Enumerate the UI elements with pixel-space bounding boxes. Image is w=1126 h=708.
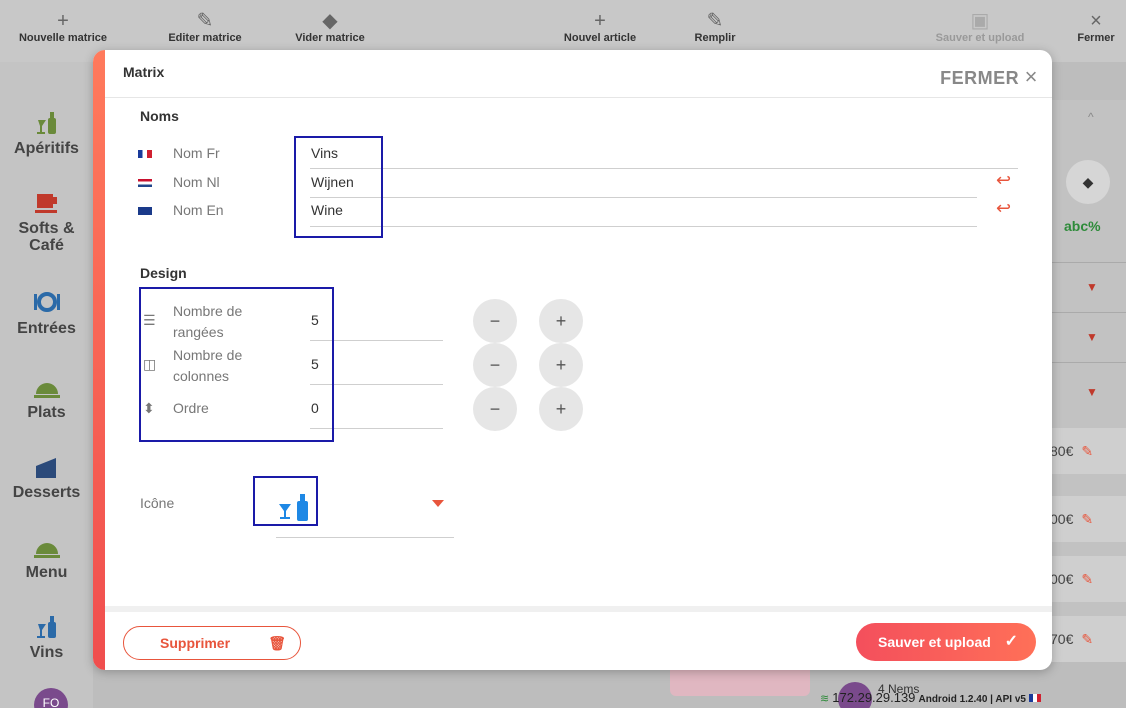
order-decrement-button[interactable]: − bbox=[473, 387, 517, 431]
icon-label: Icône bbox=[140, 495, 175, 511]
names-section-title: Noms bbox=[140, 108, 179, 124]
divider bbox=[1050, 362, 1126, 363]
cloche-icon bbox=[0, 372, 93, 402]
save-upload-toolbar-button[interactable]: ▣ Sauver et upload bbox=[920, 10, 1040, 44]
sidebar-item-aperitifs[interactable]: Apéritifs bbox=[0, 108, 93, 157]
wine-glass-bottle-icon bbox=[0, 108, 93, 138]
undo-arrow-icon[interactable]: ↩ bbox=[996, 198, 1011, 219]
rows-increment-button[interactable]: + bbox=[539, 299, 583, 343]
sidebar-item-softs-cafe[interactable]: Softs & Café bbox=[0, 188, 93, 254]
ip-address: 172.29.29.139 bbox=[832, 690, 916, 705]
chevron-up-icon[interactable]: ^ bbox=[1088, 110, 1094, 124]
new-article-button[interactable]: + Nouvel article bbox=[545, 10, 655, 44]
divider bbox=[1050, 262, 1126, 263]
cake-slice-icon bbox=[0, 452, 93, 482]
clear-matrix-button[interactable]: ◆ Vider matrice bbox=[275, 10, 385, 44]
pencil-icon[interactable]: ✎ bbox=[1081, 631, 1093, 647]
icon-highlight-box bbox=[253, 476, 318, 526]
sidebar-item-vins[interactable]: Vins bbox=[0, 612, 93, 661]
wine-glass-bottle-icon bbox=[0, 612, 93, 642]
chevron-down-icon[interactable]: ▼ bbox=[1086, 385, 1098, 399]
build-info: Android 1.2.40 | API v5 bbox=[918, 694, 1026, 705]
dialog-title: Matrix bbox=[123, 64, 165, 80]
chevron-down-icon[interactable]: ▼ bbox=[1086, 330, 1098, 344]
undo-arrow-icon[interactable]: ↩ bbox=[996, 170, 1011, 191]
dropdown-caret-icon[interactable] bbox=[432, 500, 444, 507]
name-nl-underline bbox=[310, 197, 977, 198]
divider bbox=[1050, 312, 1126, 313]
footer-divider bbox=[105, 606, 1052, 612]
design-section-title: Design bbox=[140, 265, 187, 281]
design-highlight-box bbox=[139, 287, 334, 442]
pencil-icon[interactable]: ✎ bbox=[1081, 443, 1093, 459]
flag-fr-icon bbox=[138, 150, 152, 158]
sidebar-item-menu[interactable]: Menu bbox=[0, 532, 93, 581]
order-increment-button[interactable]: + bbox=[539, 387, 583, 431]
pencil-icon: ✎ bbox=[706, 10, 724, 32]
pencil-icon[interactable]: ✎ bbox=[1081, 571, 1093, 587]
name-nl-label: Nom Nl bbox=[173, 174, 220, 190]
columns-decrement-button[interactable]: − bbox=[473, 343, 517, 387]
trash-icon: 🗑 bbox=[268, 635, 286, 651]
eraser-icon: ◆ bbox=[322, 10, 338, 32]
close-icon: × bbox=[1090, 10, 1102, 32]
close-icon: × bbox=[1024, 64, 1038, 89]
close-button[interactable]: FERMER × bbox=[940, 64, 1038, 90]
edit-matrix-button[interactable]: ✎ Editer matrice bbox=[150, 10, 260, 44]
name-en-label: Nom En bbox=[173, 202, 224, 218]
save-upload-button[interactable]: Sauver et upload ✓ bbox=[856, 623, 1036, 661]
check-icon: ✓ bbox=[1004, 633, 1018, 650]
cloche-icon bbox=[0, 532, 93, 562]
abc-percent-label[interactable]: abc% bbox=[1064, 218, 1101, 234]
name-en-underline bbox=[310, 226, 977, 227]
close-toolbar-button[interactable]: × Fermer bbox=[1066, 10, 1126, 44]
eraser-icon[interactable]: ◆ bbox=[1066, 160, 1110, 204]
plus-icon: + bbox=[57, 10, 69, 32]
name-fr-label: Nom Fr bbox=[173, 145, 220, 161]
coffee-cup-icon bbox=[0, 188, 93, 218]
flag-en-icon bbox=[138, 207, 152, 215]
status-bar: ≋ 172.29.29.139 Android 1.2.40 | API v5 bbox=[820, 690, 1126, 708]
fill-button[interactable]: ✎ Remplir bbox=[660, 10, 770, 44]
delete-button[interactable]: Supprimer 🗑 bbox=[123, 626, 301, 660]
dialog-accent-bar bbox=[93, 50, 105, 670]
sidebar-item-entrees[interactable]: Entrées bbox=[0, 288, 93, 337]
pencil-icon[interactable]: ✎ bbox=[1081, 511, 1093, 527]
sidebar-item-desserts[interactable]: Desserts bbox=[0, 452, 93, 501]
name-fr-underline bbox=[310, 168, 1018, 169]
plus-icon: + bbox=[594, 10, 606, 32]
chevron-down-icon[interactable]: ▼ bbox=[1086, 280, 1098, 294]
rows-decrement-button[interactable]: − bbox=[473, 299, 517, 343]
save-icon: ▣ bbox=[970, 10, 990, 32]
matrix-dialog: Matrix FERMER × Noms Nom Fr Vins Nom Nl … bbox=[93, 50, 1052, 670]
columns-increment-button[interactable]: + bbox=[539, 343, 583, 387]
header-divider bbox=[105, 97, 1052, 98]
names-highlight-box bbox=[294, 136, 383, 238]
plate-cutlery-icon bbox=[0, 288, 93, 318]
new-matrix-button[interactable]: + Nouvelle matrice bbox=[8, 10, 118, 44]
wifi-icon: ≋ bbox=[820, 693, 830, 705]
icon-select-underline bbox=[276, 537, 454, 538]
flag-fr-icon bbox=[1029, 694, 1042, 702]
flag-nl-icon bbox=[138, 179, 152, 187]
sidebar-item-plats[interactable]: Plats bbox=[0, 372, 93, 421]
pencil-icon: ✎ bbox=[196, 10, 214, 32]
